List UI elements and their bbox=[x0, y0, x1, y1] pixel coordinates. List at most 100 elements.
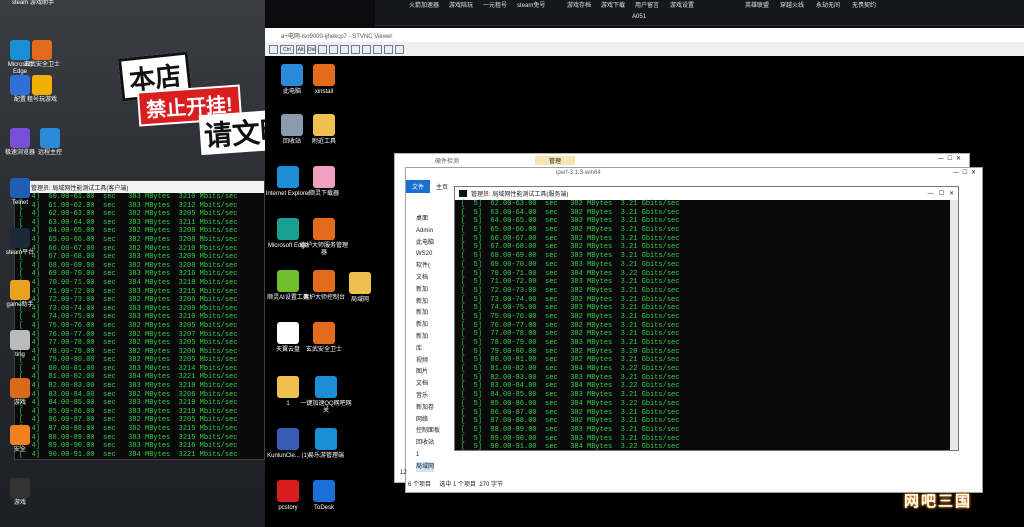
remote-desktop-icon[interactable]: 玄武安全卫士 bbox=[298, 322, 350, 354]
icon-label: 顺灵下载器 bbox=[308, 191, 339, 197]
nav-item[interactable]: 网络 bbox=[416, 415, 428, 425]
nav-item[interactable]: 此电脑 bbox=[416, 238, 434, 248]
desktop-icon[interactable]: steam平台 bbox=[0, 228, 40, 257]
remote-desktop-icon[interactable]: 一键加速QQ网吧网关 bbox=[300, 376, 352, 415]
nav-item[interactable]: 新加 bbox=[416, 332, 428, 342]
zoom-in-icon[interactable] bbox=[329, 44, 338, 54]
top-link[interactable]: 英雄联盟 bbox=[745, 0, 769, 9]
icon-label: 远程主控 bbox=[37, 150, 62, 156]
explorer-back-titlebar[interactable]: 硬件检测 管理 — ☐ ✕ bbox=[395, 154, 969, 166]
nav-item[interactable]: 桌面 bbox=[416, 214, 428, 224]
nav-item[interactable]: 回收站 bbox=[416, 438, 434, 448]
remote-desktop-icon[interactable]: 局域网 bbox=[340, 272, 380, 304]
app-icon bbox=[315, 376, 337, 398]
ctrl-button[interactable]: Ctrl bbox=[280, 44, 294, 54]
remote-desktop-icon[interactable]: 顺灵下载器 bbox=[298, 166, 350, 198]
output-line: [ 4] 61.00-62.00 sec 383 MBytes 3212 Mbi… bbox=[19, 201, 238, 210]
explorer-window-controls[interactable]: — ☐ ✕ bbox=[953, 169, 976, 176]
output-line: [ 5] 86.00-87.00 sec 382 MBytes 3.21 Gbi… bbox=[461, 408, 680, 417]
desktop-icon[interactable]: Telnet bbox=[0, 178, 40, 207]
nav-item[interactable]: 文档 bbox=[416, 273, 428, 283]
top-link[interactable]: 用户留言 bbox=[635, 0, 659, 9]
explorer-back-tab[interactable]: 管理 bbox=[535, 156, 576, 165]
nav-item[interactable]: 新加卷 bbox=[416, 403, 434, 413]
nav-item[interactable]: 新加 bbox=[416, 285, 428, 295]
top-link[interactable]: 游戏陪玩 bbox=[449, 0, 473, 9]
desktop-icon[interactable]: 安全 bbox=[0, 425, 40, 454]
remote-desktop-icon[interactable]: 易乐游管理端 bbox=[300, 428, 352, 460]
top-link[interactable]: 无畏契约 bbox=[852, 0, 876, 9]
nav-item[interactable]: 文档 bbox=[416, 379, 428, 389]
desktop-icon[interactable]: 玄武安全卫士 bbox=[22, 40, 62, 69]
save-icon[interactable] bbox=[269, 44, 278, 54]
desktop-icon[interactable]: 游戏 bbox=[0, 478, 40, 507]
output-line: [ 4] 82.00-83.00 sec 383 MBytes 3218 Mbi… bbox=[19, 382, 238, 391]
nav-item[interactable]: 视频 bbox=[416, 356, 428, 366]
icon-label: steam平台 bbox=[5, 250, 35, 256]
desktop-icon[interactable]: 远程主控 bbox=[30, 128, 70, 157]
output-line: [ 4] 60.00-61.00 sec 383 MBytes 3210 Mbi… bbox=[19, 193, 238, 201]
nav-item[interactable]: 新加 bbox=[416, 320, 428, 330]
nav-item[interactable]: Admin bbox=[416, 226, 433, 236]
server-window-controls[interactable]: — ☐ ✕ bbox=[928, 190, 954, 197]
top-link[interactable]: 游戏下载 bbox=[601, 0, 625, 9]
output-line: [ 5] 66.00-67.00 sec 382 MBytes 3.21 Gbi… bbox=[461, 234, 680, 243]
explorer-titlebar[interactable]: iperf-3.1.3-win64 — ☐ ✕ bbox=[406, 168, 982, 180]
client-console-window[interactable]: 管理员: 局域网性能测试工具(客户端) [ 4] 60.00-61.00 sec… bbox=[14, 180, 265, 460]
top-link[interactable]: 游戏设置 bbox=[670, 0, 694, 9]
remote-desktop-icon[interactable]: xinstall bbox=[298, 64, 350, 96]
app-icon bbox=[10, 425, 30, 445]
nav-item[interactable]: 软件( bbox=[416, 261, 430, 271]
clipboard-icon[interactable] bbox=[373, 44, 382, 54]
zoom-out-icon[interactable] bbox=[340, 44, 349, 54]
scrollbar[interactable] bbox=[950, 200, 958, 450]
info-icon[interactable] bbox=[395, 44, 404, 54]
top-link[interactable]: 穿越火线 bbox=[780, 0, 804, 9]
client-titlebar[interactable]: 管理员: 局域网性能测试工具(客户端) bbox=[15, 181, 264, 193]
top-link[interactable]: 一元租号 bbox=[483, 0, 507, 9]
desktop-icon[interactable]: 租号玩游戏 bbox=[22, 75, 62, 104]
top-link[interactable]: 永劫无间 bbox=[816, 0, 840, 9]
nav-item[interactable]: 库 bbox=[416, 344, 422, 354]
top-link[interactable]: 游戏存档 bbox=[567, 0, 591, 9]
remote-desktop-icon[interactable]: 附近工具 bbox=[298, 114, 350, 146]
nav-item[interactable]: 新加 bbox=[416, 297, 428, 307]
desktop-icon-game-helper[interactable]: 游戏助手 bbox=[22, 0, 62, 7]
nav-item[interactable]: 控制面板 bbox=[416, 426, 440, 436]
fullscreen-icon[interactable] bbox=[362, 44, 371, 54]
icon-label: game助手 bbox=[6, 302, 34, 308]
nav-item[interactable]: 1 bbox=[416, 450, 419, 460]
desktop-icon[interactable]: ting bbox=[0, 330, 40, 359]
ribbon-file-tab[interactable]: 文件 bbox=[406, 179, 431, 193]
ribbon-home-tab[interactable]: 主页 bbox=[430, 180, 454, 193]
output-line: [ 4] 87.00-88.00 sec 382 MBytes 3215 Mbi… bbox=[19, 425, 238, 434]
top-link[interactable]: steam免号 bbox=[517, 0, 545, 9]
nav-item[interactable]: 图片 bbox=[416, 367, 428, 377]
output-line: [ 4] 65.00-66.00 sec 382 MBytes 3208 Mbi… bbox=[19, 235, 238, 244]
nav-item[interactable]: WS20 bbox=[416, 249, 432, 259]
remote-desktop-icon[interactable]: ToDesk bbox=[298, 480, 350, 512]
server-titlebar[interactable]: 管理员: 局域网性能测试工具(服务端) — ☐ ✕ bbox=[455, 187, 958, 200]
nav-item[interactable]: 音乐 bbox=[416, 391, 428, 401]
app-icon bbox=[277, 166, 299, 188]
remote-desktop-icon[interactable]: 德护大师服务管理器 bbox=[298, 218, 350, 257]
alt-button[interactable]: Alt bbox=[296, 44, 305, 54]
vnc-titlebar[interactable]: a+电网-iso9000-ijhekcp7 - STVNC Viewer bbox=[265, 28, 1024, 42]
output-line: [ 5] 81.00-82.00 sec 384 MBytes 3.22 Gbi… bbox=[461, 365, 680, 374]
desktop-icon[interactable]: 游戏 bbox=[0, 378, 40, 407]
settings-icon[interactable] bbox=[384, 44, 393, 54]
top-link[interactable]: 火箭加速器 bbox=[409, 0, 439, 9]
output-line: [ 4] 68.00-69.00 sec 382 MBytes 3208 Mbi… bbox=[19, 261, 238, 270]
app-icon bbox=[10, 228, 30, 248]
nav-item[interactable]: 新加 bbox=[416, 308, 428, 318]
nav-item[interactable]: 局域网 bbox=[416, 461, 435, 472]
desktop-icon[interactable]: game助手 bbox=[0, 280, 40, 309]
output-line: [ 5] 88.00-89.00 sec 383 MBytes 3.21 Gbi… bbox=[461, 425, 680, 434]
item-count-fragment: 12 bbox=[400, 470, 407, 476]
del-button[interactable]: Del bbox=[307, 44, 316, 54]
output-line: [ 4] 80.00-81.00 sec 383 MBytes 3214 Mbi… bbox=[19, 364, 238, 373]
explorer-back-window-controls[interactable]: — ☐ ✕ bbox=[938, 155, 961, 162]
refresh-icon[interactable] bbox=[318, 44, 327, 54]
fit-icon[interactable] bbox=[351, 44, 360, 54]
server-console-window[interactable]: 管理员: 局域网性能测试工具(服务端) — ☐ ✕ [ 5] 62.00-63.… bbox=[454, 186, 959, 451]
